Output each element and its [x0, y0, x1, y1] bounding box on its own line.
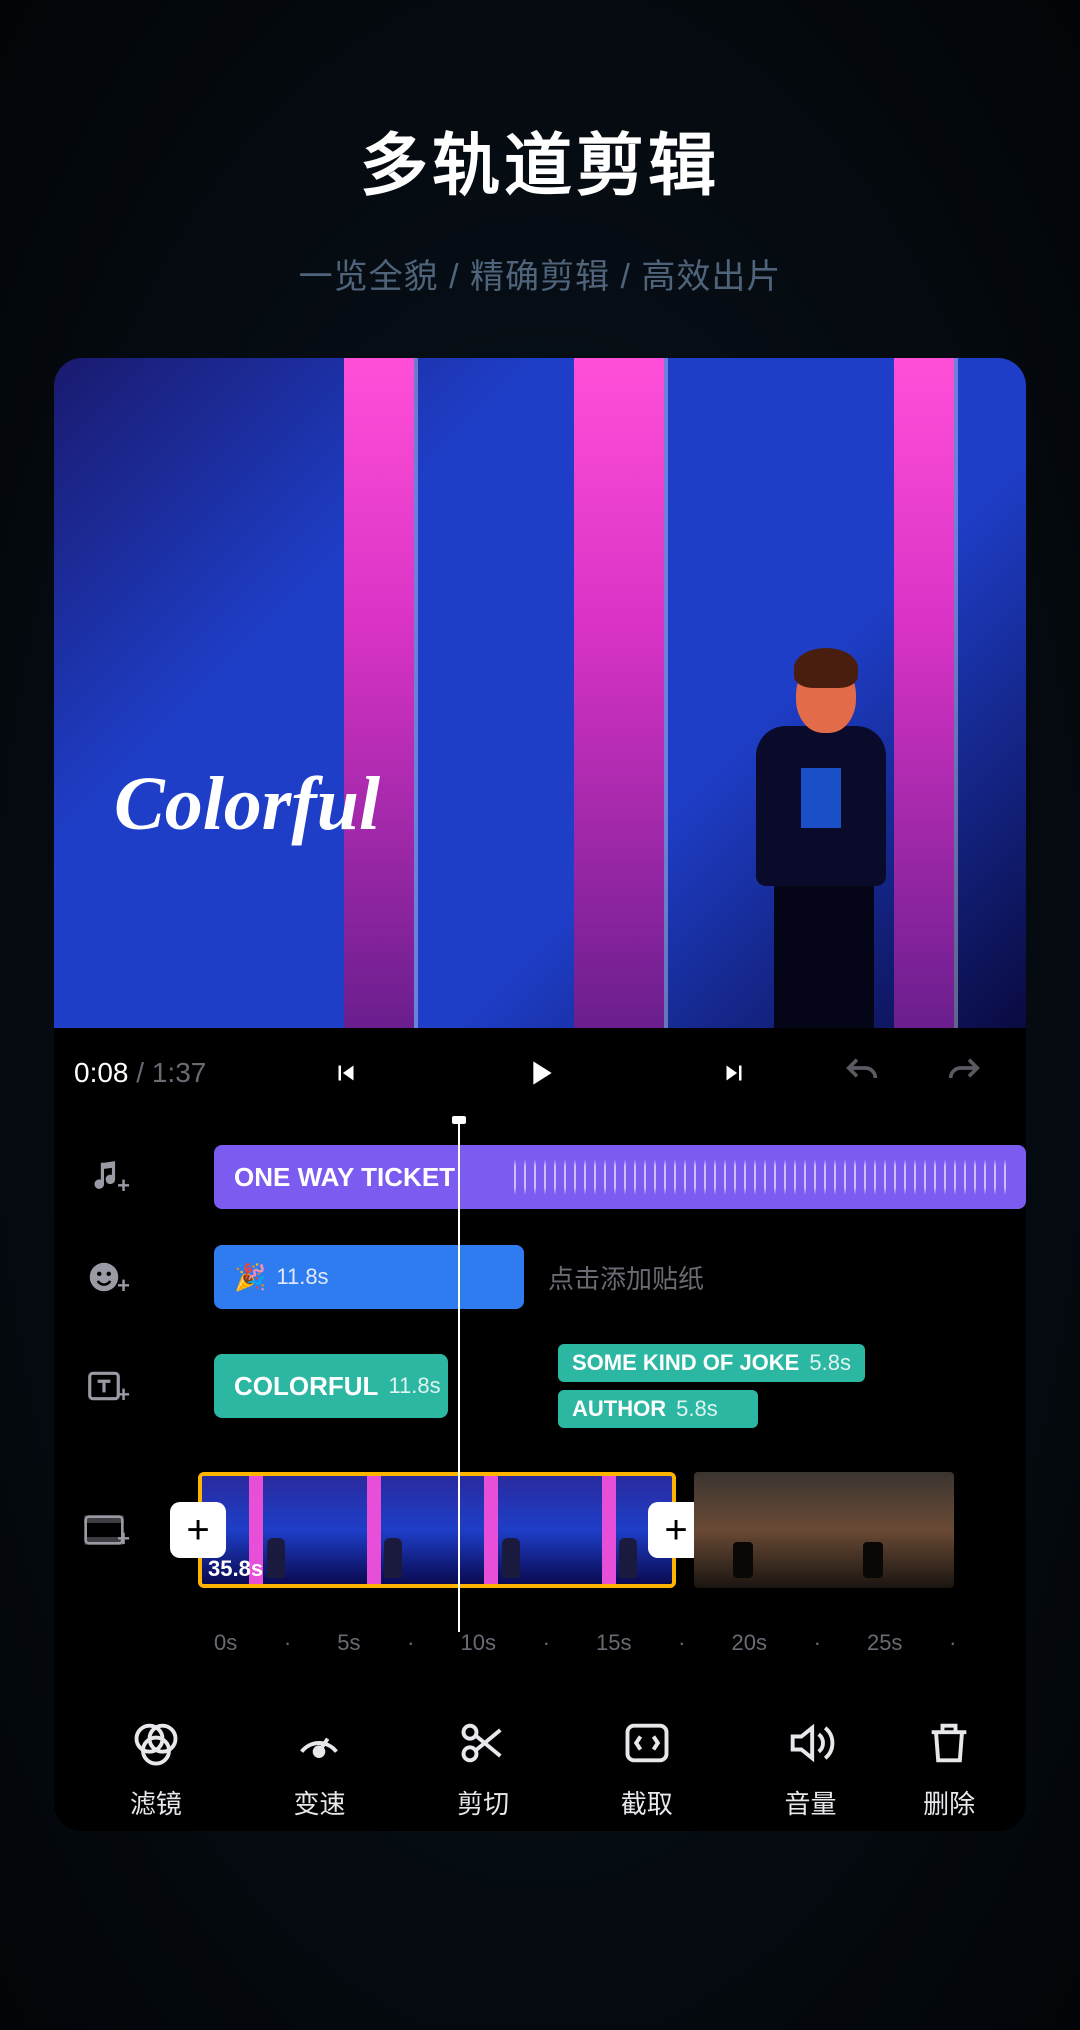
video-clip-2[interactable] [694, 1472, 954, 1588]
timeline-tracks: + ONE WAY TICKET + 🎉 11.8s 点击添加贴纸 + [54, 1118, 1026, 1686]
filter-icon [129, 1716, 183, 1770]
speed-icon [292, 1716, 346, 1770]
preview-art [574, 358, 664, 1028]
page-title: 多轨道剪辑 [0, 110, 1080, 209]
ruler-tick: 25s [867, 1630, 902, 1656]
text-clip-duration: 5.8s [809, 1350, 851, 1376]
volume-tool[interactable]: 音量 [745, 1716, 875, 1821]
time-display: 0:08 / 1:37 [74, 1057, 206, 1089]
next-button[interactable] [712, 1051, 756, 1095]
text-clip-duration: 11.8s [388, 1373, 440, 1399]
video-track: + + + 35.8s [54, 1456, 1026, 1604]
redo-button[interactable] [942, 1051, 986, 1095]
add-video-icon[interactable]: + [74, 1500, 134, 1560]
undo-button[interactable] [840, 1051, 884, 1095]
page-subtitle: 一览全貌 / 精确剪辑 / 高效出片 [0, 249, 1080, 298]
video-clip-selected[interactable]: + + 35.8s [198, 1472, 676, 1588]
music-clip[interactable]: ONE WAY TICKET [214, 1145, 1026, 1209]
ruler-tick: 15s [596, 1630, 631, 1656]
plus-icon: + [117, 1526, 130, 1552]
add-text-icon[interactable]: + [74, 1356, 134, 1416]
add-music-icon[interactable]: + [74, 1147, 134, 1207]
trash-icon [922, 1716, 976, 1770]
volume-icon [783, 1716, 837, 1770]
sticker-emoji: 🎉 [234, 1262, 266, 1293]
add-clip-before[interactable]: + [170, 1502, 226, 1558]
tool-label: 删除 [923, 1784, 975, 1821]
playhead[interactable] [458, 1118, 460, 1632]
add-sticker-icon[interactable]: + [74, 1247, 134, 1307]
play-button[interactable] [518, 1051, 562, 1095]
preview-subject [716, 648, 906, 1028]
ruler-tick: 5s [337, 1630, 360, 1656]
tool-label: 变速 [293, 1784, 345, 1821]
add-sticker-placeholder[interactable]: 点击添加贴纸 [524, 1259, 1026, 1296]
current-time: 0:08 [74, 1057, 129, 1088]
prev-button[interactable] [324, 1051, 368, 1095]
filter-tool[interactable]: 滤镜 [91, 1716, 221, 1821]
tool-label: 截取 [621, 1784, 673, 1821]
text-clip-duration: 5.8s [676, 1396, 718, 1422]
crop-tool[interactable]: 截取 [582, 1716, 712, 1821]
tool-label: 滤镜 [130, 1784, 182, 1821]
cut-tool[interactable]: 剪切 [418, 1716, 548, 1821]
video-thumb [437, 1476, 555, 1584]
ruler-tick: 20s [731, 1630, 766, 1656]
delete-tool[interactable]: 删除 [909, 1716, 989, 1821]
text-clip-label: SOME KIND OF JOKE [572, 1350, 799, 1376]
plus-icon: + [117, 1382, 130, 1408]
ruler-tick: 0s [214, 1630, 237, 1656]
tool-label: 音量 [784, 1784, 836, 1821]
scissors-icon [456, 1716, 510, 1770]
preview-art [344, 358, 414, 1028]
crop-icon [620, 1716, 674, 1770]
video-thumb [320, 1476, 438, 1584]
playback-controls: 0:08 / 1:37 [54, 1028, 1026, 1118]
video-preview[interactable]: Colorful [54, 358, 1026, 1028]
sticker-duration: 11.8s [276, 1264, 328, 1290]
text-clip-sub1[interactable]: SOME KIND OF JOKE 5.8s [558, 1344, 865, 1382]
sticker-clip[interactable]: 🎉 11.8s [214, 1245, 524, 1309]
tool-label: 剪切 [457, 1784, 509, 1821]
text-track: + COLORFUL 11.8s SOME KIND OF JOKE 5.8s … [54, 1338, 1026, 1434]
music-track: + ONE WAY TICKET [54, 1138, 1026, 1216]
music-clip-label: ONE WAY TICKET [234, 1162, 455, 1193]
time-ruler: 0s 5s 10s 15s 20s 25s [54, 1630, 1026, 1656]
speed-tool[interactable]: 变速 [254, 1716, 384, 1821]
video-clip-duration: 35.8s [208, 1556, 263, 1582]
total-time: 1:37 [152, 1057, 207, 1088]
text-clip-main[interactable]: COLORFUL 11.8s [214, 1354, 448, 1418]
video-thumb [824, 1472, 954, 1588]
video-editor: Colorful 0:08 / 1:37 [54, 358, 1026, 1831]
preview-text-overlay: Colorful [114, 761, 380, 848]
video-thumb [694, 1472, 824, 1588]
bottom-toolbar: 滤镜 变速 剪切 截取 音量 [54, 1686, 1026, 1831]
ruler-tick: 10s [461, 1630, 496, 1656]
text-clip-sub2[interactable]: AUTHOR 5.8s [558, 1390, 758, 1428]
sticker-track: + 🎉 11.8s 点击添加贴纸 [54, 1238, 1026, 1316]
text-clip-label: COLORFUL [234, 1371, 378, 1402]
text-clip-label: AUTHOR [572, 1396, 666, 1422]
plus-icon: + [117, 1173, 130, 1199]
plus-icon: + [117, 1273, 130, 1299]
